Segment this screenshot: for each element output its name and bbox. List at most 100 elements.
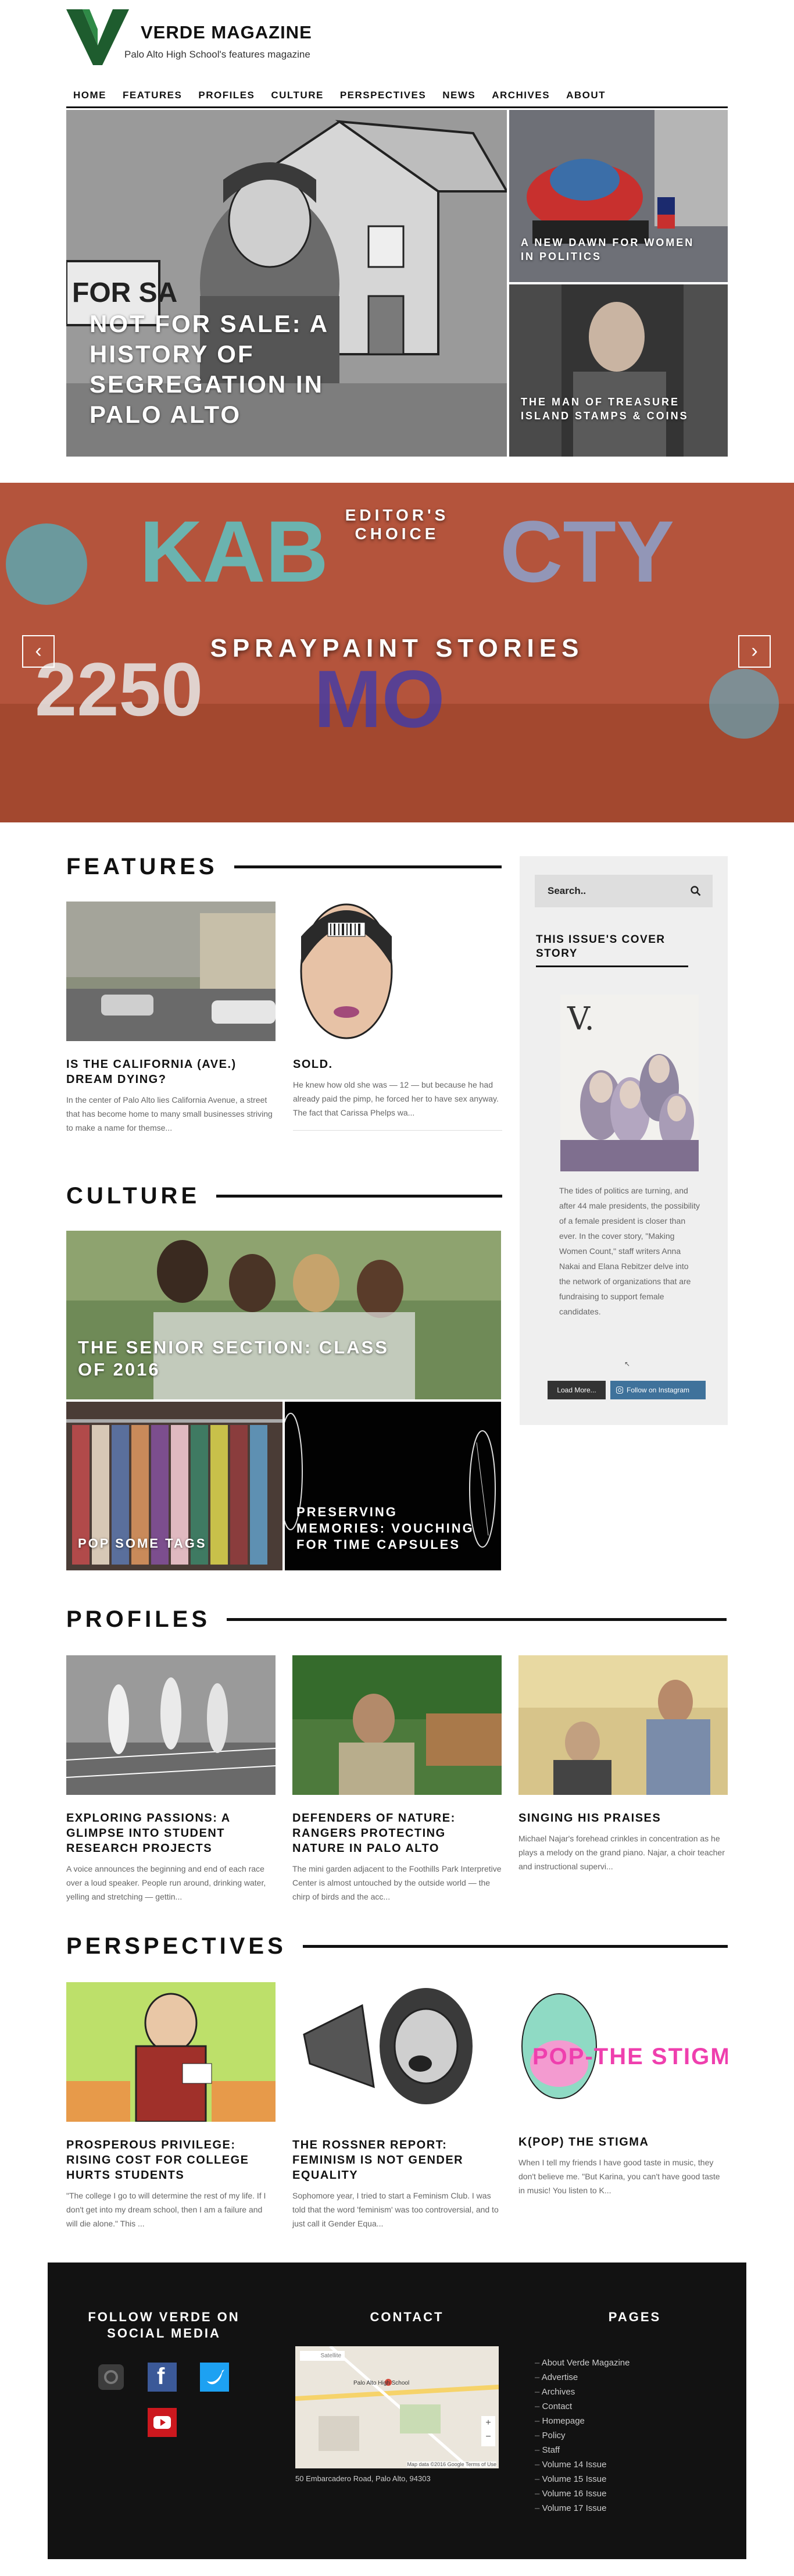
hero-bottom-right-tile[interactable]: THE MAN OF TREASURE ISLAND STAMPS & COIN… [509,284,728,457]
nav-home[interactable]: HOME [73,90,106,101]
footer-link-volume-17[interactable]: Volume 17 Issue [535,2501,630,2516]
zoom-in-icon[interactable]: + [481,2416,495,2430]
culture-heading-text[interactable]: CULTURE [66,1183,200,1209]
satellite-tab[interactable]: Satellite [320,2353,341,2359]
profile-excerpt: The mini garden adjacent to the Foothill… [292,1864,502,1901]
heading-rule [227,1618,727,1621]
nav-news[interactable]: NEWS [442,90,475,101]
hero-top-right-tile[interactable]: A NEW DAWN FOR WOMEN IN POLITICS [509,110,728,282]
masthead: VERDE MAGAZINE Palo Alto High School's f… [66,9,415,67]
footer-link-volume-14[interactable]: Volume 14 Issue [535,2457,630,2472]
map-attribution: Map data ©2016 Google Terms of Use [407,2461,496,2467]
map-tiles [295,2346,499,2468]
footer-link-about[interactable]: About Verde Magazine [535,2356,630,2370]
instagram-link[interactable] [96,2363,126,2392]
profiles-heading: PROFILES [66,1606,728,1633]
perspectives-heading-text[interactable]: PERSPECTIVES [66,1933,287,1959]
perspective-excerpt: "The college I go to will determine the … [66,2191,266,2228]
megaphone-illustration [292,1982,502,2122]
nav-perspectives[interactable]: PERSPECTIVES [340,90,426,101]
nav-archives[interactable]: ARCHIVES [492,90,550,101]
slider-title[interactable]: SPRAYPAINT STORIES [0,634,794,663]
cover-illustration: V. [560,995,699,1171]
runners-photo [66,1655,276,1795]
perspective-title[interactable]: PROSPEROUS PRIVILEGE: RISING COST FOR CO… [66,2137,276,2183]
profile-title[interactable]: SINGING HIS PRAISES [518,1811,728,1826]
facebook-icon: f [157,2364,165,2389]
feature-card[interactable]: IS THE CALIFORNIA (AVE.) DREAM DYING? In… [66,902,276,1135]
footer-link-volume-16[interactable]: Volume 16 Issue [535,2486,630,2501]
chevron-right-icon: › [751,640,758,662]
feature-title[interactable]: IS THE CALIFORNIA (AVE.) DREAM DYING? [66,1057,276,1087]
follow-instagram-button[interactable]: Follow on Instagram [610,1381,706,1399]
heading-rule [216,1195,502,1198]
nav-profiles[interactable]: PROFILES [198,90,255,101]
instagram-icon [616,1387,623,1394]
hero-main-title[interactable]: NOT FOR SALE: A HISTORY OF SEGREGATION I… [90,309,392,430]
contact-address: 50 Embarcadero Road, Palo Alto, 94303 [295,2474,431,2483]
editors-choice-badge: EDITOR'S CHOICE [345,506,449,543]
kpop-illustration: POP-THE STIGMA [518,1982,728,2122]
profile-title[interactable]: DEFENDERS OF NATURE: RANGERS PROTECTING … [292,1811,502,1856]
perspective-title[interactable]: K(POP) THE STIGMA [518,2135,728,2150]
perspective-title[interactable]: THE ROSSNER REPORT: FEMINISM IS NOT GEND… [292,2137,502,2183]
load-more-button[interactable]: Load More... [548,1381,606,1399]
footer-link-archives[interactable]: Archives [535,2385,630,2399]
footer-link-advertise[interactable]: Advertise [535,2370,630,2385]
search-input[interactable]: Search.. [535,875,713,907]
search-icon[interactable] [691,886,701,896]
profiles-heading-text[interactable]: PROFILES [66,1606,210,1633]
nav-about[interactable]: ABOUT [566,90,606,101]
footer-link-volume-15[interactable]: Volume 15 Issue [535,2472,630,2486]
culture-main-title[interactable]: THE SENIOR SECTION: CLASS OF 2016 [78,1337,392,1381]
profile-title[interactable]: EXPLORING PASSIONS: A GLIMPSE INTO STUDE… [66,1811,276,1856]
nav-culture[interactable]: CULTURE [271,90,323,101]
kpop-stigma-graphic-text: POP-THE STIGMA [532,2044,728,2069]
perspective-card[interactable]: PROSPEROUS PRIVILEGE: RISING COST FOR CO… [66,1982,276,2231]
footer-link-policy[interactable]: Policy [535,2428,630,2443]
feature-title[interactable]: SOLD. [293,1057,502,1072]
footer-link-contact[interactable]: Contact [535,2399,630,2414]
cover-image[interactable]: V. [560,995,699,1171]
footer-link-homepage[interactable]: Homepage [535,2414,630,2428]
hero-bottom-right-title[interactable]: THE MAN OF TREASURE ISLAND STAMPS & COIN… [521,395,707,423]
slider-prev-button[interactable]: ‹ [22,635,55,668]
heading-rule [234,865,502,868]
twitter-link[interactable] [200,2363,229,2392]
profile-card[interactable]: DEFENDERS OF NATURE: RANGERS PROTECTING … [292,1655,502,1904]
cover-story-heading: THIS ISSUE'S COVER STORY [536,934,666,960]
pages-list: About Verde Magazine Advertise Archives … [535,2356,630,2516]
feature-card[interactable]: SOLD. He knew how old she was — 12 — but… [293,902,502,1131]
facebook-link[interactable]: f [148,2363,177,2392]
map-zoom-control[interactable]: + − [481,2416,495,2446]
perspective-card[interactable]: THE ROSSNER REPORT: FEMINISM IS NOT GEND… [292,1982,502,2231]
slider-next-button[interactable]: › [738,635,771,668]
privilege-illustration [66,1982,276,2123]
youtube-link[interactable] [148,2408,177,2437]
choir-teacher-photo [518,1655,728,1795]
culture-main-tile[interactable]: THE SENIOR SECTION: CLASS OF 2016 [66,1231,501,1399]
culture-right-tile[interactable]: PRESERVING MEMORIES: VOUCHING FOR TIME C… [285,1402,501,1570]
zoom-out-icon[interactable]: − [481,2430,495,2444]
culture-left-tile[interactable]: POP SOME TAGS [66,1402,282,1570]
hero-top-right-title[interactable]: A NEW DAWN FOR WOMEN IN POLITICS [521,236,695,263]
street-photo [66,902,276,1041]
culture-left-title[interactable]: POP SOME TAGS [78,1535,264,1552]
profile-card[interactable]: SINGING HIS PRAISES Michael Najar's fore… [518,1655,728,1873]
site-name[interactable]: VERDE MAGAZINE [141,22,312,43]
culture-heading: CULTURE [66,1183,502,1209]
svg-text:MO: MO [314,653,445,744]
verde-v-logo[interactable] [66,9,129,65]
nav-features[interactable]: FEATURES [123,90,182,101]
hero-main-tile[interactable]: FOR SA NOT FOR SALE: A HISTORY OF SEGREG… [66,110,507,457]
features-heading-text[interactable]: FEATURES [66,854,218,880]
editors-choice-slider[interactable]: KAB CTY 2250 MO EDITOR'S CHOICE SPRAYPAI… [0,483,794,822]
perspectives-heading: PERSPECTIVES [66,1933,728,1959]
perspective-card[interactable]: POP-THE STIGMA K(POP) THE STIGMA When I … [518,1982,728,2197]
google-map[interactable]: Map Satellite Palo Alto High School + − … [295,2346,499,2468]
footer-link-staff[interactable]: Staff [535,2443,630,2457]
culture-right-title[interactable]: PRESERVING MEMORIES: VOUCHING FOR TIME C… [296,1504,482,1553]
profile-card[interactable]: EXPLORING PASSIONS: A GLIMPSE INTO STUDE… [66,1655,276,1904]
map-type-toggle[interactable]: Map Satellite [300,2351,345,2361]
map-tab[interactable]: Map [303,2353,314,2359]
